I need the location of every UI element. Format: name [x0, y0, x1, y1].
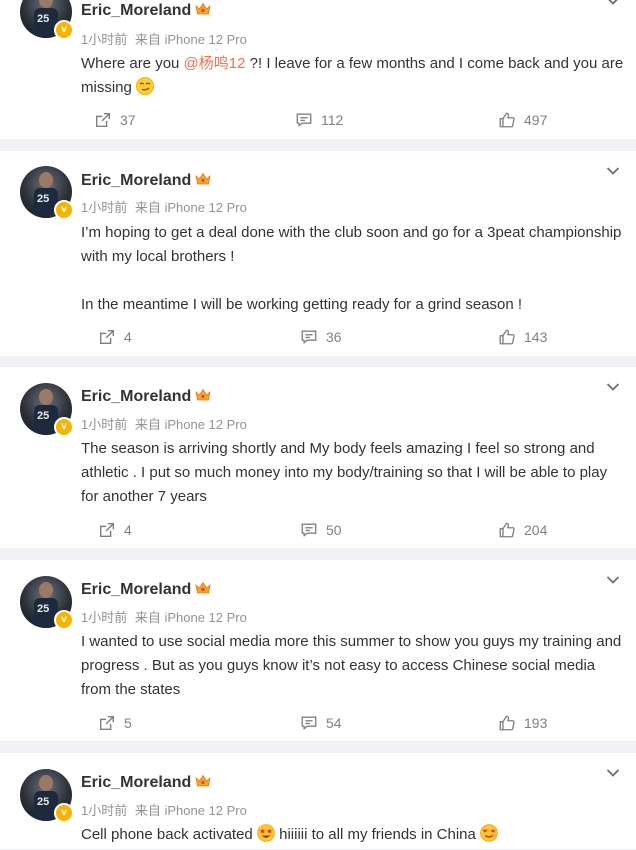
- like-button[interactable]: 193: [498, 714, 547, 732]
- crown-badge-icon: [195, 581, 211, 595]
- comment-button[interactable]: 36: [300, 328, 342, 346]
- post-card: 25 v Eric_Moreland 1小时前 来自 iPhone 12 Pro…: [0, 0, 636, 139]
- post-card: 25 v Eric_Moreland 1小时前 来自 iPhone 12 Pro…: [0, 151, 636, 356]
- comment-button[interactable]: 112: [295, 111, 343, 129]
- crown-badge-icon: [195, 172, 211, 186]
- avatar[interactable]: 25 v: [20, 0, 74, 40]
- like-icon: [498, 111, 516, 129]
- post-source: 来自 iPhone 12 Pro: [134, 32, 247, 47]
- post-time[interactable]: 1小时前: [81, 610, 127, 625]
- post-time[interactable]: 1小时前: [81, 32, 127, 47]
- chevron-down-icon[interactable]: [606, 166, 620, 176]
- repost-icon: [98, 521, 116, 539]
- repost-icon: [98, 714, 116, 732]
- author-name[interactable]: Eric_Moreland: [81, 388, 211, 406]
- avatar[interactable]: 25 v: [20, 166, 74, 220]
- repost-icon: [98, 328, 116, 346]
- like-button[interactable]: 497: [498, 111, 547, 129]
- comment-button[interactable]: 54: [300, 714, 342, 732]
- post-card: 25 v Eric_Moreland 1小时前 来自 iPhone 12 Pro…: [0, 560, 636, 741]
- comment-icon: [300, 521, 318, 539]
- verified-badge-icon: v: [54, 20, 74, 40]
- post-time[interactable]: 1小时前: [81, 417, 127, 432]
- post-source: 来自 iPhone 12 Pro: [134, 417, 247, 432]
- repost-button[interactable]: 4: [98, 328, 132, 346]
- chevron-down-icon[interactable]: [606, 768, 620, 778]
- post-meta: 1小时前 来自 iPhone 12 Pro: [81, 29, 247, 48]
- chevron-down-icon[interactable]: [606, 0, 620, 6]
- chevron-down-icon[interactable]: [606, 382, 620, 392]
- like-icon: [498, 714, 516, 732]
- author-name[interactable]: Eric_Moreland: [81, 2, 211, 20]
- repost-button[interactable]: 4: [98, 521, 132, 539]
- comment-icon: [295, 111, 313, 129]
- like-button[interactable]: 204: [498, 521, 547, 539]
- post-card: 25 v Eric_Moreland 1小时前 来自 iPhone 12 Pro…: [0, 753, 636, 849]
- like-icon: [498, 328, 516, 346]
- post-meta: 1小时前 来自 iPhone 12 Pro: [81, 197, 247, 216]
- author-name[interactable]: Eric_Moreland: [81, 172, 211, 190]
- crown-badge-icon: [195, 388, 211, 402]
- author-name[interactable]: Eric_Moreland: [81, 581, 211, 599]
- crown-badge-icon: [195, 774, 211, 788]
- avatar[interactable]: 25 v: [20, 383, 74, 437]
- verified-badge-icon: v: [54, 200, 74, 220]
- smirk-emoji-icon: [136, 77, 155, 95]
- post-time[interactable]: 1小时前: [81, 200, 127, 215]
- comment-icon: [300, 328, 318, 346]
- post-source: 来自 iPhone 12 Pro: [134, 610, 247, 625]
- post-text: I’m hoping to get a deal done with the c…: [81, 224, 622, 313]
- post-source: 来自 iPhone 12 Pro: [134, 803, 247, 818]
- heart-eyes-emoji-icon: [480, 824, 498, 842]
- comment-button[interactable]: 50: [300, 521, 342, 539]
- post-source: 来自 iPhone 12 Pro: [134, 200, 247, 215]
- mention-link[interactable]: @杨鸣12: [184, 55, 246, 72]
- post-time[interactable]: 1小时前: [81, 803, 127, 818]
- verified-badge-icon: v: [54, 417, 74, 437]
- post-text: Cell phone back activated hiiiiii to all…: [81, 823, 626, 847]
- author-name[interactable]: Eric_Moreland: [81, 774, 211, 792]
- post-meta: 1小时前 来自 iPhone 12 Pro: [81, 414, 247, 433]
- like-icon: [498, 521, 516, 539]
- verified-badge-icon: v: [54, 803, 74, 823]
- post-text: The season is arriving shortly and My bo…: [81, 440, 608, 505]
- crown-badge-icon: [195, 2, 211, 16]
- post-meta: 1小时前 来自 iPhone 12 Pro: [81, 607, 247, 626]
- avatar[interactable]: 25 v: [20, 769, 74, 823]
- like-button[interactable]: 143: [498, 328, 547, 346]
- repost-button[interactable]: 37: [94, 111, 136, 129]
- verified-badge-icon: v: [54, 610, 74, 630]
- comment-icon: [300, 714, 318, 732]
- repost-button[interactable]: 5: [98, 714, 132, 732]
- star-struck-emoji-icon: [257, 824, 275, 842]
- post-text: I wanted to use social media more this s…: [81, 633, 622, 698]
- chevron-down-icon[interactable]: [606, 575, 620, 585]
- post-card: 25 v Eric_Moreland 1小时前 来自 iPhone 12 Pro…: [0, 367, 636, 548]
- post-meta: 1小时前 来自 iPhone 12 Pro: [81, 800, 247, 819]
- repost-icon: [94, 111, 112, 129]
- avatar[interactable]: 25 v: [20, 576, 74, 630]
- post-text: Where are you @杨鸣12 ?! I leave for a few…: [81, 55, 624, 96]
